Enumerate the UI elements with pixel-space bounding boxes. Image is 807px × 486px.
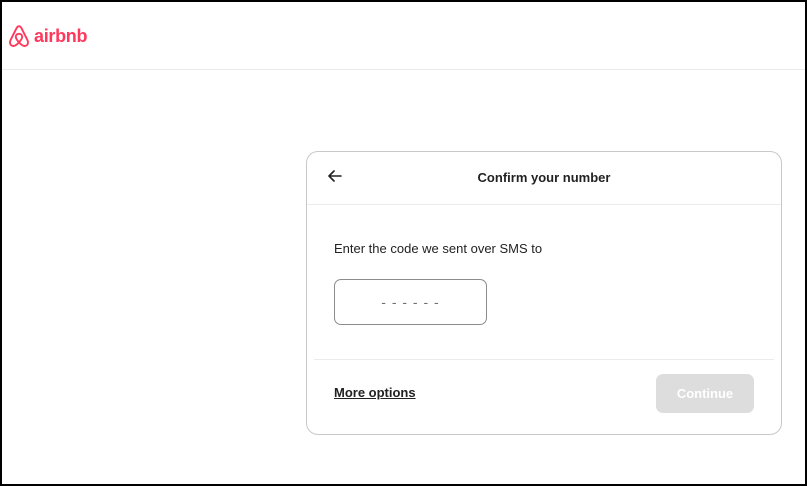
more-options-link[interactable]: More options	[334, 384, 416, 402]
sms-instructions: Enter the code we sent over SMS to	[334, 241, 543, 256]
dialog-title: Confirm your number	[477, 170, 611, 185]
top-header: airbnb	[2, 2, 805, 70]
dialog-header: Confirm your number	[307, 152, 781, 205]
footer-divider	[314, 359, 774, 360]
continue-button[interactable]: Continue	[656, 374, 754, 413]
verification-code-input[interactable]	[334, 279, 487, 325]
page-frame: airbnb Confirm your number Enter the cod…	[0, 0, 807, 486]
confirm-number-dialog: Confirm your number Enter the code we se…	[306, 151, 782, 435]
airbnb-logo-icon	[8, 24, 30, 48]
airbnb-logo[interactable]: airbnb	[8, 24, 88, 48]
logo-wordmark: airbnb	[34, 26, 88, 46]
